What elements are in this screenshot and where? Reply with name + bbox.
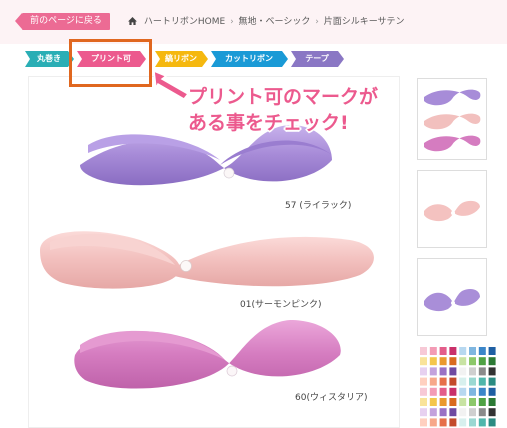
product-label: 60(ウィスタリア)	[295, 393, 368, 403]
color-swatch	[488, 367, 496, 376]
color-swatch	[429, 387, 437, 396]
color-swatch	[459, 398, 467, 406]
color-swatch	[429, 377, 437, 386]
color-swatch	[488, 418, 496, 427]
color-swatch	[488, 408, 496, 417]
color-swatch	[420, 408, 427, 417]
color-swatch	[420, 377, 427, 386]
color-swatch	[469, 347, 476, 355]
color-swatch	[478, 367, 486, 376]
color-swatch	[478, 398, 486, 406]
tag-cut-ribbon[interactable]: カットリボン	[211, 51, 288, 67]
color-swatch	[449, 357, 457, 366]
color-swatch	[488, 398, 496, 406]
color-swatch	[488, 387, 496, 396]
color-swatch	[478, 377, 486, 386]
color-swatch	[439, 408, 447, 417]
color-swatch	[488, 357, 496, 366]
tag-stripe-ribbon[interactable]: 縞リボン	[155, 51, 208, 67]
color-swatch	[478, 347, 486, 355]
color-swatch	[439, 387, 447, 396]
color-swatch	[429, 347, 437, 355]
color-swatch	[478, 418, 486, 427]
back-button[interactable]: 前のページに戻る	[15, 13, 110, 30]
color-swatch	[459, 367, 467, 376]
color-swatch	[449, 387, 457, 396]
thumbnail-salmon-pink[interactable]	[417, 170, 487, 248]
breadcrumb-category[interactable]: 無地・ベーシック	[239, 17, 311, 27]
breadcrumb-home[interactable]: ハートリボンHOME	[144, 17, 225, 27]
color-swatch	[420, 387, 427, 396]
color-swatch	[420, 418, 427, 427]
color-swatch	[478, 357, 486, 366]
print-tag-highlight	[69, 39, 152, 87]
callout-line-1: プリント可のマークが	[188, 86, 379, 108]
color-swatch	[420, 367, 427, 376]
ribbon-wisteria-image	[74, 320, 341, 389]
color-swatch	[429, 367, 437, 376]
color-swatch	[469, 387, 476, 396]
color-swatch	[449, 367, 457, 376]
top-bar: 前のページに戻る ハートリボンHOME › 無地・ベーシック › 片面シルキーサ…	[0, 0, 507, 44]
color-swatch	[459, 347, 467, 355]
color-swatch	[439, 377, 447, 386]
callout-text: プリント可のマークが ある事をチェック!	[188, 84, 378, 136]
color-swatch	[459, 408, 467, 417]
color-swatch	[449, 408, 457, 417]
callout-line-2: ある事をチェック!	[188, 112, 349, 134]
color-swatch	[439, 367, 447, 376]
color-swatch	[449, 398, 457, 406]
color-swatch	[449, 377, 457, 386]
color-swatch	[469, 377, 476, 386]
color-swatch	[439, 398, 447, 406]
thumbnail-ribbon-set[interactable]	[417, 78, 487, 160]
color-swatch	[478, 408, 486, 417]
product-label: 01(サーモンピンク)	[240, 300, 322, 310]
color-swatch	[449, 347, 457, 355]
breadcrumb-separator: ›	[230, 17, 234, 27]
color-swatch	[488, 347, 496, 355]
breadcrumb-separator: ›	[315, 17, 319, 27]
color-swatch	[459, 418, 467, 427]
tag-marumaki[interactable]: 丸巻き	[25, 51, 74, 67]
color-swatch	[439, 357, 447, 366]
color-swatch	[439, 347, 447, 355]
color-swatch	[429, 418, 437, 427]
color-swatch	[459, 387, 467, 396]
color-swatch	[449, 418, 457, 427]
color-swatch	[469, 418, 476, 427]
tag-tape[interactable]: テープ	[291, 51, 344, 67]
color-swatch	[469, 408, 476, 417]
thumbnail-lilac[interactable]	[417, 258, 487, 336]
breadcrumb: ハートリボンHOME › 無地・ベーシック › 片面シルキーサテン	[128, 14, 405, 27]
thumbnail-color-chart[interactable]	[418, 345, 498, 428]
color-swatch	[439, 418, 447, 427]
ribbon-salmon-pink-image	[40, 231, 374, 289]
color-swatch	[459, 377, 467, 386]
color-swatch	[478, 387, 486, 396]
color-swatch	[420, 357, 427, 366]
home-icon[interactable]	[128, 17, 137, 25]
color-swatch	[469, 367, 476, 376]
color-swatch	[420, 398, 427, 406]
color-swatch	[469, 357, 476, 366]
color-swatch	[429, 357, 437, 366]
color-swatch	[429, 408, 437, 417]
color-swatch	[420, 347, 427, 355]
product-label: 57 (ライラック)	[285, 201, 352, 211]
breadcrumb-current: 片面シルキーサテン	[323, 17, 405, 27]
color-swatch	[469, 398, 476, 406]
color-swatch	[429, 398, 437, 406]
color-swatch	[459, 357, 467, 366]
color-swatch	[488, 377, 496, 386]
